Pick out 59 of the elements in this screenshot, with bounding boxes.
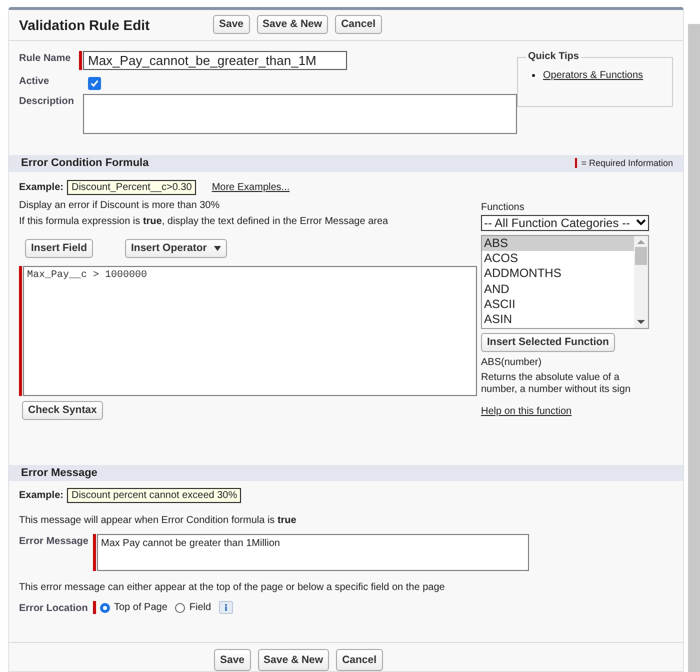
help-link[interactable]: Help on this function [481,406,649,417]
error-message-field[interactable]: Max Pay cannot be greater than 1Million [97,534,529,572]
check-syntax-button[interactable]: Check Syntax [22,400,103,420]
caret-icon [214,246,221,251]
field-label: Active [19,74,50,87]
location-radio[interactable] [175,602,186,613]
location-radio[interactable] [100,602,110,613]
function-item[interactable]: ABS [482,236,634,252]
location-note: This error message can either appear at the top of the page or below a specific field on the page [19,582,446,594]
function-category-dropdown[interactable]: -- All Function Categories -- [481,214,649,231]
radio-label: Field [189,602,212,614]
formula-instruction: If this formula expression is true, display the text defined in the Error Message area [19,216,390,227]
required-marker [575,158,578,168]
chevron-icon [636,219,646,226]
save-and-new-button[interactable]: Save & New [258,649,330,671]
message-note: This message will appear when Error Condition formula is true [19,515,298,526]
quick-tip-link[interactable]: Operators & Functions [543,70,644,81]
field-label: Description [19,94,76,107]
field-label: Rule Name [19,52,72,64]
example-label: Example: [19,182,64,193]
scroll-thumb[interactable] [635,246,647,265]
save-button[interactable]: Save [214,649,251,671]
save-button[interactable]: Save [213,15,250,34]
window-title: Validation Rule Edit [19,16,151,33]
quick-tips-title: Quick Tips [526,50,581,62]
cancel-button[interactable]: Cancel [335,15,382,34]
formula-editor[interactable]: Max_Pay__c > 1000000 [23,266,477,396]
rule-name-field[interactable]: Max_Pay_cannot_be_greater_than_1M [83,50,347,70]
section-title: Error Condition Formula [21,157,149,170]
example-message: Discount percent cannot exceed 30% [67,488,242,504]
function-item[interactable]: ASIN [482,312,634,328]
radio-label: Top of Page [114,602,168,614]
description-field[interactable] [83,94,517,134]
function-description: Returns the absolute value of a number, a number without its sign [481,372,632,396]
function-signature: ABS(number) [481,356,543,368]
required-legend: = Required Information [581,158,673,168]
example-label: Example: [19,490,64,502]
section-title: Error Message [21,466,98,479]
more-examples-link[interactable]: More Examples... [212,182,290,193]
field-label: Error Message [19,535,90,548]
insert-field-button[interactable]: Insert Field [25,238,94,258]
save-and-new-button[interactable]: Save & New [256,15,328,34]
function-item[interactable]: ADDMONTHS [482,266,634,282]
page-scrollbar[interactable] [688,24,700,672]
function-item[interactable]: AND [482,282,634,297]
cancel-button[interactable]: Cancel [336,649,382,671]
field-label: Error Location [19,602,89,614]
scrollbar[interactable] [634,236,648,328]
example-note: Display an error if Discount is more than 30% [19,200,221,211]
scroll-down-icon[interactable] [637,318,645,325]
example-formula: Discount_Percent__c>0.30 [67,180,196,195]
functions-label: Functions [481,202,526,213]
function-item[interactable]: ACOS [482,251,634,266]
insert-operator-button[interactable]: Insert Operator [125,238,227,258]
active-checkbox[interactable] [88,76,101,90]
info-icon[interactable] [219,601,234,614]
insert-selected-function-button[interactable]: Insert Selected Function [481,332,615,352]
bullet-icon [532,74,535,77]
function-item[interactable]: ASCII [482,297,634,312]
